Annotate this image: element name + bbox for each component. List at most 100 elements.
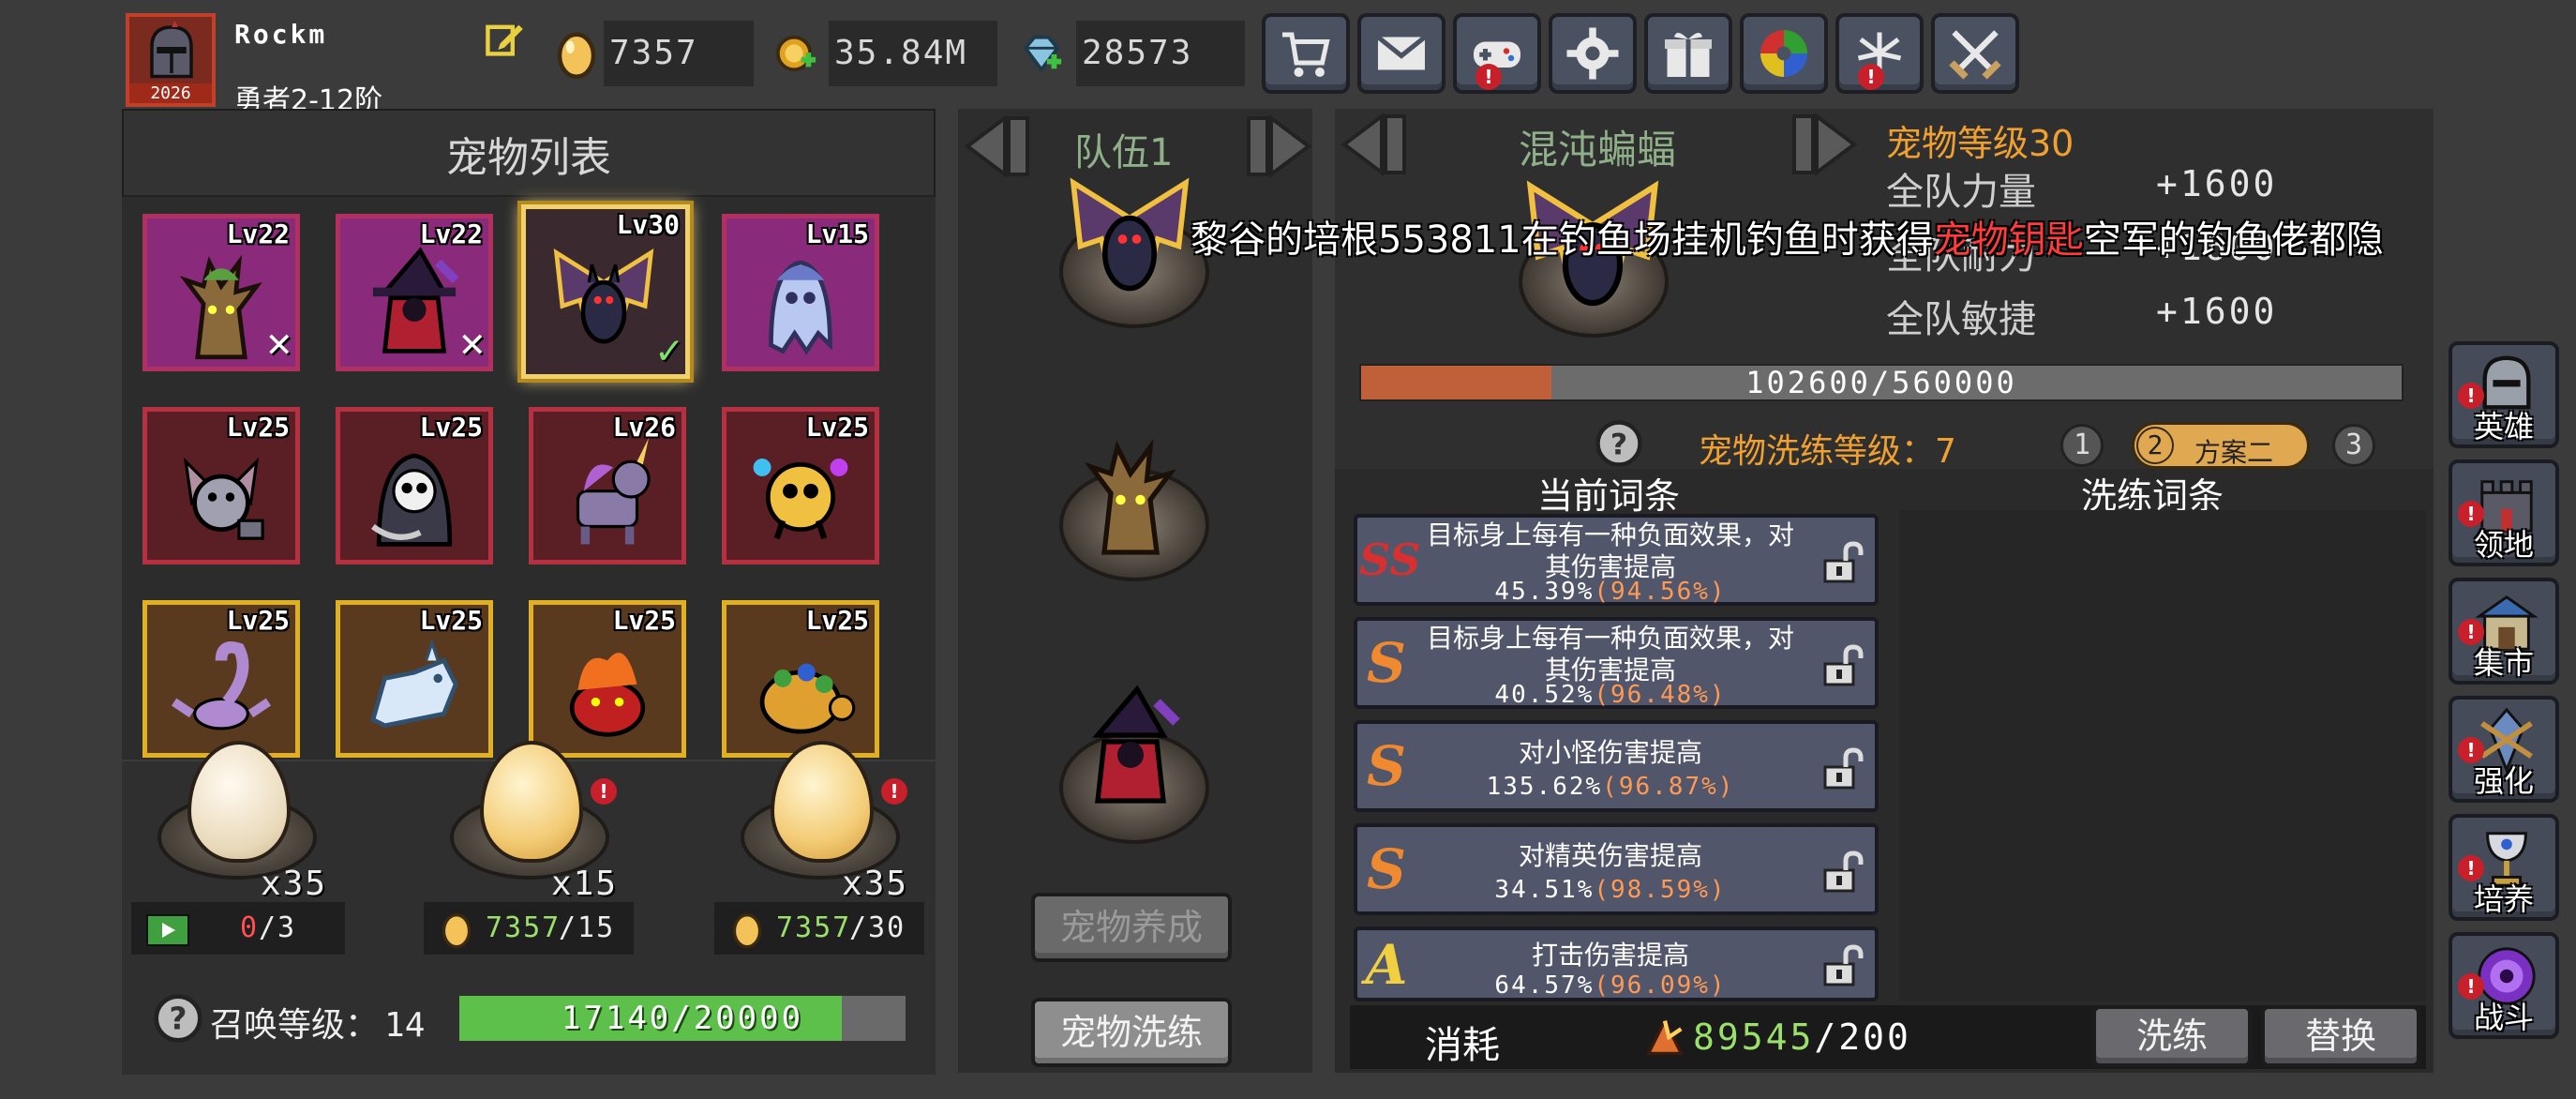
svg-text:?: ? [1610,428,1627,461]
treant-pet-icon [179,254,262,360]
stat-value: +1600 [2156,163,2278,204]
pet-slot[interactable]: Lv25 [529,600,686,758]
video-ad-icon [146,914,189,946]
affix-number: 135.62% [1486,773,1603,801]
unlock-icon[interactable] [1819,746,1865,791]
affix-value: 64.57%(96.09%) [1417,971,1804,1000]
skull-lantern-pet-icon [753,459,848,540]
minigame-button[interactable]: ! [1453,13,1541,94]
refine-level: 宠物洗练等级：7 [1699,432,1956,471]
settings-button[interactable] [1549,13,1637,94]
pet-refine-button[interactable]: 宠物洗练 [1031,998,1232,1067]
pet-slot[interactable]: Lv25 [336,407,493,565]
free-summon-max: /3 [259,911,297,944]
pet-slot[interactable]: Lv26 [529,407,686,565]
affix-number: 45.39% [1494,578,1595,606]
pet-slot[interactable]: Lv22 ✕ [336,214,493,371]
sidebar-territory-button[interactable]: ! 领地 [2449,459,2559,566]
affix-percentile: (98.59%) [1594,876,1727,904]
player-name: Rockm [234,19,328,50]
pet-slot[interactable]: Lv15 [722,214,879,371]
witch-team-icon[interactable] [1065,683,1196,814]
pet-level: Lv30 [616,209,680,240]
plan-2-button[interactable]: 2 方案二 [2132,422,2310,469]
player-avatar[interactable]: 2026 [126,13,216,107]
affix-row[interactable]: SS 目标身上每有一种负面效果，对其伤害提高 45.39%(94.56%) [1354,514,1879,606]
sidebar-hero-button[interactable]: ! 英雄 [2449,341,2559,448]
unlock-icon[interactable] [1819,540,1865,585]
replace-button[interactable]: 替换 [2261,1005,2420,1067]
current-affix-header: 当前词条 [1537,475,1681,517]
avatar-year-tag: 2026 [129,83,212,103]
refine-help-icon[interactable]: ? [1594,418,1644,469]
battle-button[interactable] [1931,13,2019,94]
affix-row[interactable]: S 对精英伤害提高 34.51%(98.59%) [1354,823,1879,915]
event-alert-badge: ! [1858,64,1884,90]
pet-nurture-button[interactable]: 宠物养成 [1031,893,1232,962]
affix-grade: S [1367,837,1406,901]
pet-slot[interactable]: Lv22 ✕ [142,214,300,371]
gem-count: 28573 [1076,21,1245,86]
affix-row[interactable]: S 对小怪伤害提高 135.62%(96.87%) [1354,720,1879,812]
unlock-icon[interactable] [1819,643,1865,688]
palette-button[interactable] [1740,13,1828,94]
edit-name-icon[interactable] [484,19,525,60]
stat-value: +1600 [2156,291,2278,332]
summon-cost-30[interactable]: 7357 /30 [714,902,924,955]
egg-currency-icon [557,32,596,79]
affix-number: 40.52% [1494,681,1595,709]
sidebar-cultivate-button[interactable]: ! 培养 [2449,814,2559,921]
sidebar-battle-button[interactable]: ! 战斗 [2449,932,2559,1039]
shop-button[interactable] [1262,13,1350,94]
color-wheel-icon [1760,30,1807,77]
summon-level-text: 召唤等级： [210,1006,380,1045]
refine-button[interactable]: 洗练 [2092,1005,2252,1067]
summon-cost-free[interactable]: 0 /3 [131,902,345,955]
pet-slot[interactable]: Lv25 [142,407,300,565]
pet-name: 混沌蝙蝠 [1519,127,1677,173]
affix-row[interactable]: A 打击伤害提高 64.57%(96.09%) [1354,926,1879,1001]
unlock-icon[interactable] [1819,943,1865,988]
affix-title: 对精英伤害提高 [1518,840,1702,871]
broadcast-text: 在钓鱼场挂机钓鱼时获得 [1520,218,1934,262]
event-button[interactable]: ! [1835,13,1924,94]
affix-percentile: (94.56%) [1594,578,1727,606]
affix-grade: S [1367,631,1406,695]
treant-team-icon[interactable] [1065,428,1196,559]
pet-slot[interactable]: Lv25 [722,600,879,758]
refine-affix-area [1899,510,2426,1001]
affix-number: 34.51% [1494,876,1595,904]
reaper-pet-icon [371,453,453,547]
sidebar-market-button[interactable]: ! 集市 [2449,578,2559,685]
affix-row[interactable]: S 目标身上每有一种负面效果，对其伤害提高 40.52%(96.48%) [1354,617,1879,709]
prev-pet-arrow[interactable] [1340,113,1434,176]
plan-1-button[interactable]: 1 [2060,424,2104,467]
help-icon[interactable]: ? [152,992,204,1045]
pet-slot[interactable]: Lv25 [336,600,493,758]
stat-label: 全队敏捷 [1886,298,2036,341]
plan-2-name: 方案二 [2194,437,2274,468]
prev-team-arrow[interactable] [964,114,1057,178]
mail-button[interactable] [1357,13,1445,94]
scorpion-pet-icon [171,641,272,730]
next-pet-arrow[interactable] [1764,113,1858,176]
minigame-alert-badge: ! [1475,64,1502,90]
summon-cost-15[interactable]: 7357 /15 [424,902,634,955]
egg-count: x35 [261,865,328,903]
plan-3-button[interactable]: 3 [2332,424,2375,467]
chaos-bat-team-icon[interactable] [1059,169,1200,309]
gold-coin-icon [775,35,816,72]
pet-equipped-mark: ✕ [459,319,486,367]
sidebar-label: 英雄 [2473,409,2534,444]
affix-value: 135.62%(96.87%) [1417,773,1804,801]
game-screen: 2026 Rockm 勇者2-12阶 7357 35.84M 28573 ! !… [0,0,2576,1099]
pet-slot[interactable]: Lv25 [722,407,879,565]
gem-currency-icon [1023,35,1062,73]
next-team-arrow[interactable] [1219,114,1312,178]
unlock-icon[interactable] [1819,850,1865,895]
pet-slot-selected[interactable]: Lv30 ✓ [521,204,690,379]
affix-title: 对小怪伤害提高 [1518,737,1702,768]
sidebar-enhance-button[interactable]: ! 强化 [2449,696,2559,803]
gift-button[interactable] [1644,13,1732,94]
pet-slot[interactable]: Lv25 [142,600,300,758]
